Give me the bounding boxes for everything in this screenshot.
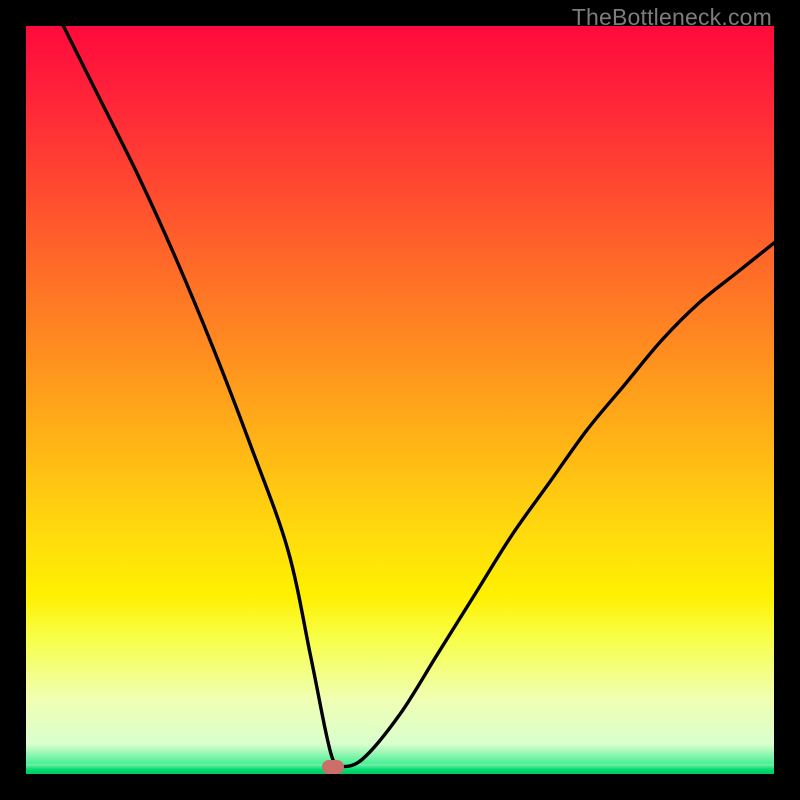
curve-layer [26, 26, 774, 774]
bottleneck-curve [63, 26, 774, 767]
chart-frame: TheBottleneck.com [0, 0, 800, 800]
optimal-point-marker [322, 760, 344, 774]
plot-area [26, 26, 774, 774]
watermark-text: TheBottleneck.com [572, 4, 772, 31]
